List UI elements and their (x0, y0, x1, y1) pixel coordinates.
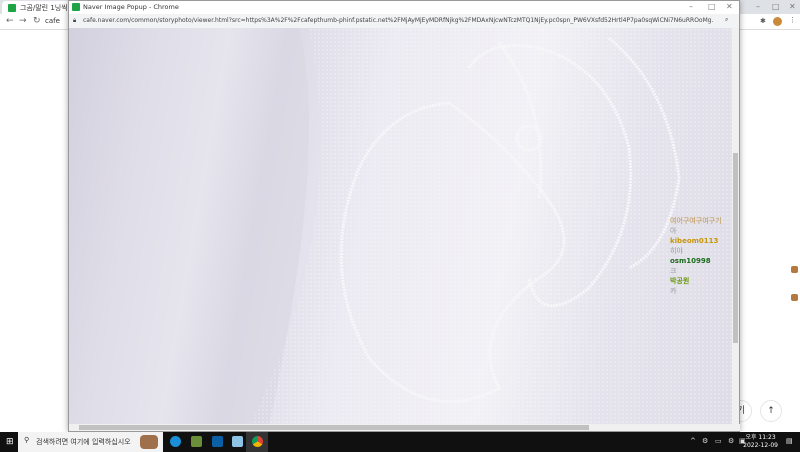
photo-viewer[interactable]: 여어구여구여구기 아 kibeom0113 히야 osm10998 크 박공원 … (69, 28, 733, 426)
search-placeholder: 검색하려면 여기에 입력하십시오 (36, 438, 131, 446)
notification-icon[interactable]: ▤ (786, 437, 793, 445)
popup-url: cafe.naver.com/common/storyphoto/viewer.… (83, 17, 713, 24)
minecraft-icon[interactable] (191, 436, 202, 447)
image-popup-window: Naver Image Popup - Chrome – □ ✕ 🔒︎ cafe… (68, 0, 740, 432)
time: 오후 11:23 (745, 434, 776, 441)
profile-avatar[interactable] (773, 17, 782, 26)
minimize-icon[interactable]: – (756, 2, 760, 11)
notes-icon[interactable] (232, 436, 243, 447)
zoom-icon[interactable]: ⌕ (725, 16, 728, 24)
comment-author: kibeom0113 (670, 237, 719, 245)
comment-text: 히야 (670, 247, 683, 255)
scroll-top-button[interactable]: ↑ (760, 400, 782, 422)
maximize-icon[interactable]: □ (708, 2, 716, 11)
vegas-icon[interactable] (212, 436, 223, 447)
vertical-scrollbar[interactable] (732, 28, 739, 426)
network-icon[interactable]: ⚙ (702, 437, 708, 445)
comment-text: 아 (670, 227, 677, 235)
popup-address-bar[interactable]: 🔒︎ cafe.naver.com/common/storyphoto/view… (69, 14, 739, 28)
scrollbar-thumb[interactable] (79, 425, 589, 430)
windows-start-icon[interactable]: ⊞ (6, 437, 14, 447)
comment-text: 여어구여구여구기 (670, 217, 722, 225)
comment-author: osm10998 (670, 257, 711, 265)
avatar (791, 266, 798, 273)
close-icon[interactable]: ✕ (789, 2, 796, 11)
chrome-icon[interactable] (252, 436, 263, 447)
chat-overlay: 여어구여구여구기 아 kibeom0113 히야 osm10998 크 박공원 … (670, 216, 722, 296)
clock[interactable]: 오후 11:23 2022-12-09 (743, 434, 778, 450)
taskbar-search[interactable]: ⚲ 검색하려면 여기에 입력하십시오 (18, 432, 163, 452)
comment-text: 카 (670, 287, 677, 295)
address-bar[interactable]: cafe (45, 17, 60, 25)
taskbar: ⊞ ⚲ 검색하려면 여기에 입력하십시오 ^ ⚙ ▭ ⚙ ▣ 오후 11:23 2… (0, 432, 800, 452)
tab-favicon (8, 4, 16, 12)
search-icon: ⚲ (24, 436, 30, 444)
scrollbar-thumb[interactable] (733, 153, 738, 343)
popup-title: Naver Image Popup - Chrome (83, 3, 179, 11)
comment-author: 박공원 (670, 277, 690, 285)
tray-chevron-icon[interactable]: ^ (690, 437, 696, 445)
keyboard-icon[interactable]: ▭ (715, 437, 722, 445)
maximize-icon[interactable]: □ (772, 2, 780, 11)
menu-icon[interactable]: ⋮ (789, 16, 796, 24)
horizontal-scrollbar[interactable] (69, 424, 740, 431)
forward-icon[interactable]: → (19, 16, 27, 26)
arrow-up-icon: ↑ (767, 406, 775, 416)
close-icon[interactable]: ✕ (726, 2, 733, 11)
back-icon[interactable]: ← (6, 16, 14, 26)
lock-icon: 🔒︎ (73, 17, 77, 24)
embroidered-fabric-photo (69, 28, 733, 426)
extensions-icon[interactable]: ✱ (760, 17, 766, 25)
search-highlight-icon (140, 435, 158, 449)
comment-text: 크 (670, 267, 677, 275)
avatar (791, 294, 798, 301)
settings-icon[interactable]: ⚙ (728, 437, 734, 445)
edge-icon[interactable] (170, 436, 181, 447)
minimize-icon[interactable]: – (689, 2, 693, 11)
date: 2022-12-09 (743, 442, 778, 449)
reload-icon[interactable]: ↻ (33, 16, 41, 26)
popup-title-bar: Naver Image Popup - Chrome – □ ✕ (69, 1, 739, 14)
popup-favicon (72, 3, 80, 11)
